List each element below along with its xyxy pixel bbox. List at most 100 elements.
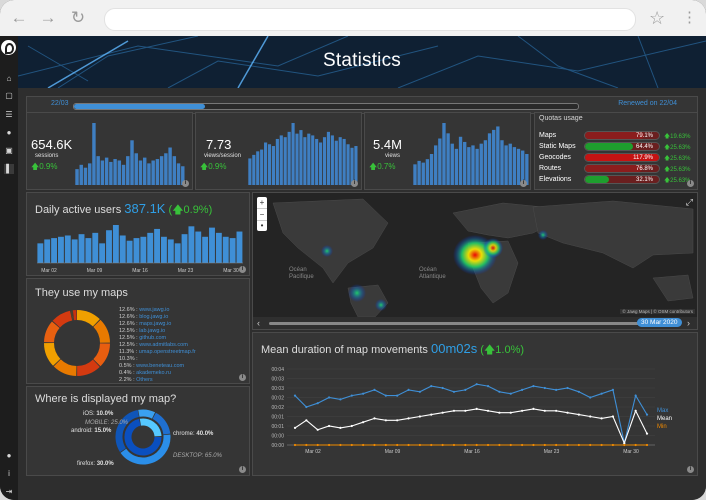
quota-pct: 76.8% (635, 166, 653, 172)
usage-legend-item[interactable]: 12.5% : www.admitlabs.com (119, 342, 188, 348)
home-icon[interactable]: ⌂ (4, 74, 14, 84)
info-icon[interactable]: i (4, 469, 14, 479)
chevron-left-icon[interactable]: ‹ (257, 318, 260, 328)
info-icon[interactable]: i (239, 374, 246, 381)
duration-point (486, 443, 490, 447)
kpi-bar (138, 160, 143, 185)
timeline-date[interactable]: 30 Mar 2020 (637, 318, 682, 327)
duration-point (339, 426, 342, 429)
zoom-in-button[interactable]: + (257, 197, 267, 208)
kebab-menu-icon[interactable]: ⋮ (682, 8, 697, 28)
duration-chart: 00:04 00:03 00:03 00:02 00:02 00:01 00:01 00:00… (271, 367, 655, 455)
zoom-out-button[interactable]: − (257, 208, 267, 220)
info-icon[interactable]: i (239, 266, 246, 273)
info-icon[interactable]: i (182, 180, 189, 187)
usage-legend-item[interactable]: 12.5% : lab.jawg.io (119, 328, 165, 334)
duration-point (316, 428, 319, 431)
kpi-bar (508, 143, 512, 185)
dau-bar (209, 227, 215, 263)
duration-point (475, 383, 478, 386)
usage-legend-item[interactable]: 10.3% : (119, 356, 138, 362)
kpi-bar (151, 160, 155, 185)
usage-legend-item[interactable]: 12.6% : www.jawg.io (119, 307, 169, 313)
usage-legend-item[interactable]: 11.3% : umap.openstreetmap.fr (119, 349, 196, 355)
duration-x-tick: Mar 30 (623, 449, 639, 455)
kpi-bar (295, 133, 299, 185)
dau-tick-label: Mar 09 (87, 268, 103, 274)
duration-point (464, 388, 467, 391)
kpi-views-session-value: 7.73 (206, 137, 232, 152)
kpi-views-session-chart (248, 123, 358, 185)
timeline-track[interactable] (269, 322, 649, 325)
dau-bar (78, 234, 85, 263)
arrow-left-icon[interactable]: ← (10, 9, 28, 27)
usage-legend-item[interactable]: 0.4% : akademeko.ru (119, 370, 171, 376)
dau-bar (64, 235, 71, 263)
info-icon[interactable]: i (351, 180, 358, 187)
dau-value: 387.1K (124, 201, 166, 216)
duration-point (475, 443, 478, 447)
duration-point (305, 419, 308, 422)
usage-legend-item[interactable]: 2.2% : Others (119, 377, 153, 383)
quota-delta: 🡅25.63% (664, 167, 691, 173)
info-icon[interactable]: i (520, 180, 527, 187)
kpi-bar (315, 138, 319, 185)
usage-legend-item[interactable]: 12.6% : blog.jawg.io (119, 314, 168, 320)
fullscreen-icon[interactable]: ⤢ (686, 197, 693, 208)
sidebar: ⌂ ▢ ☰ ● ▣ ▌ ● i ⇥ (0, 36, 18, 500)
displayed-donut-chart (115, 409, 171, 465)
duration-point (555, 409, 558, 412)
kpi-bar (438, 138, 442, 185)
world-map[interactable] (253, 193, 698, 317)
user-icon[interactable]: ● (4, 451, 14, 461)
map-timeline: ‹ 30 Mar 2020 › (253, 317, 697, 329)
kpi-bar (260, 149, 264, 185)
usage-legend-item[interactable]: 12.6% : maps.jawg.io (119, 321, 171, 327)
info-icon[interactable]: i (687, 466, 694, 473)
duration-x-tick: Mar 02 (305, 449, 321, 455)
duration-point (327, 396, 331, 399)
reload-icon[interactable]: ↻ (69, 9, 87, 27)
dau-tick-label: Mar 23 (178, 268, 194, 274)
dau-bar (236, 231, 243, 263)
duration-point (418, 415, 422, 418)
duration-point (396, 419, 399, 422)
chevron-right-icon[interactable]: › (687, 318, 690, 328)
duration-point (555, 388, 558, 391)
address-bar[interactable] (104, 8, 636, 31)
displayed-panel: Where is displayed my map? iOS: 10.0% MO… (26, 386, 250, 476)
usage-legend-item[interactable]: 12.5% : github.com (119, 335, 166, 341)
jawg-logo-icon[interactable] (1, 40, 16, 55)
duration-point (384, 419, 387, 422)
lock-icon[interactable]: ▣ (4, 146, 14, 156)
kpi-bar (126, 156, 130, 185)
database-icon[interactable]: ☰ (4, 110, 14, 120)
kpi-bar (299, 130, 303, 185)
kpi-bar (267, 144, 272, 185)
dau-tick-label: Mar 16 (132, 268, 148, 274)
map-icon[interactable]: ▢ (4, 91, 14, 101)
duration-point (362, 392, 365, 395)
duration-point (600, 417, 603, 420)
duration-point (577, 390, 580, 393)
page-title: Statistics (322, 50, 402, 71)
duration-point (589, 396, 592, 399)
duration-point (430, 443, 433, 447)
globe-icon[interactable]: ● (4, 128, 14, 138)
arrow-right-icon[interactable]: → (39, 9, 57, 27)
duration-series-max (294, 383, 648, 444)
kpi-bar (434, 145, 438, 185)
info-icon[interactable]: i (687, 180, 694, 187)
star-icon[interactable]: ☆ (649, 8, 665, 28)
usage-legend-item[interactable]: 0.5% : www.beneteau.com (119, 363, 184, 369)
kpi-bar (417, 160, 421, 185)
duration-value: 00m02s (430, 341, 478, 356)
locate-button[interactable]: • (257, 220, 267, 231)
label-android: android: 15.0% (71, 428, 112, 434)
info-icon[interactable]: i (239, 466, 246, 473)
kpi-bar (463, 141, 467, 185)
chart-icon[interactable]: ▌ (4, 164, 14, 174)
dau-bar (167, 239, 174, 263)
label-firefox: firefox: 30.0% (77, 461, 114, 467)
logout-icon[interactable]: ⇥ (4, 487, 14, 497)
